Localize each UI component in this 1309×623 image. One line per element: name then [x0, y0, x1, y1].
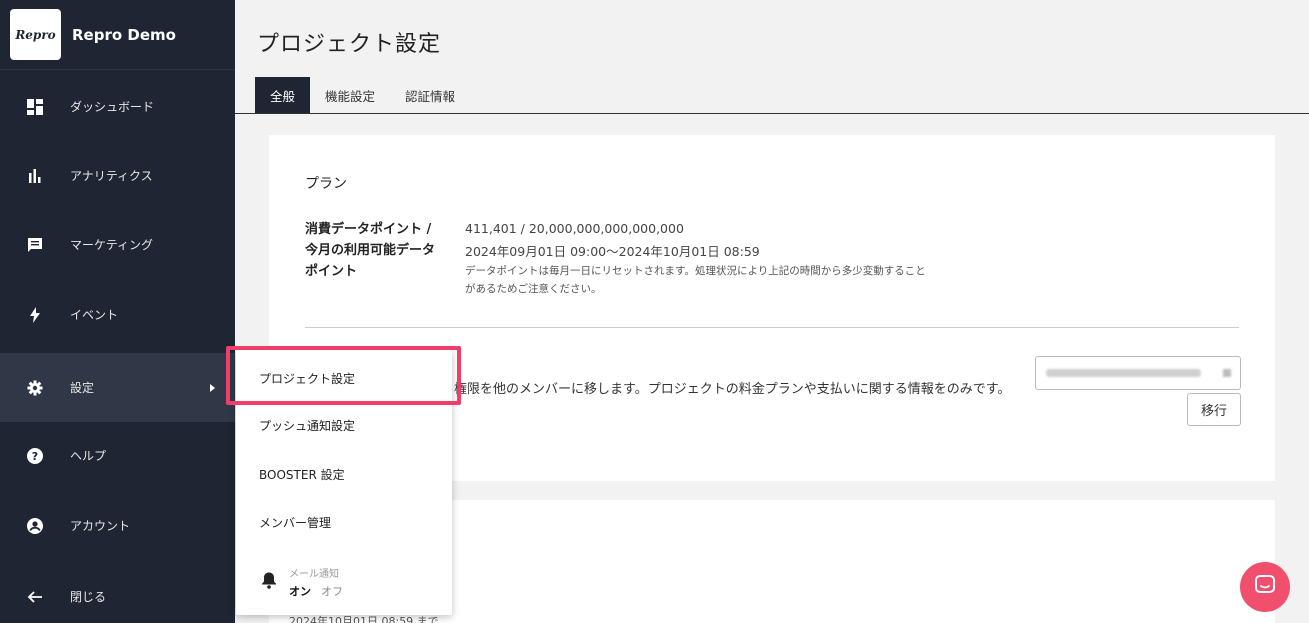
- sidebar-item-account[interactable]: アカウント: [0, 491, 235, 560]
- datapoint-label: 消費データポイント / 今月の利用可能データポイント: [305, 222, 436, 279]
- email-notification-label: メール通知: [289, 569, 339, 580]
- repro-logo: Repro: [10, 9, 61, 60]
- tab-bar: 全般 機能設定 認証情報: [255, 77, 470, 114]
- sidebar-item-marketing[interactable]: マーケティング: [0, 210, 235, 279]
- sidebar-item-label: ダッシュボード: [70, 100, 155, 114]
- settings-dropdown: プロジェクト設定 プッシュ通知設定 BOOSTER 設定 メンバー管理 メール通…: [226, 346, 461, 615]
- sidebar-item-label: マーケティング: [70, 238, 154, 252]
- menu-item-push-settings[interactable]: プッシュ通知設定: [259, 417, 355, 434]
- tab-features[interactable]: 機能設定: [310, 77, 390, 114]
- help-icon: ?: [25, 446, 45, 466]
- transfer-description: 権限を他のメンバーに移します。プロジェクトの料金プランや支払いに関する情報をのみ…: [454, 382, 1011, 397]
- marketing-icon: [25, 235, 45, 255]
- sidebar-item-analytics[interactable]: アナリティクス: [0, 141, 235, 210]
- account-icon: [25, 516, 45, 536]
- plan-heading: プラン: [305, 176, 347, 192]
- menu-item-booster-settings[interactable]: BOOSTER 設定: [259, 466, 345, 483]
- sidebar-item-label: 設定: [70, 381, 95, 395]
- sidebar-item-label: ヘルプ: [70, 449, 107, 463]
- gear-icon: [25, 378, 45, 398]
- sidebar-item-event[interactable]: イベント: [0, 280, 235, 349]
- member-select[interactable]: [1035, 356, 1241, 390]
- menu-item-member-management[interactable]: メンバー管理: [259, 514, 331, 531]
- sidebar-item-label: アカウント: [70, 519, 131, 533]
- sidebar-item-close[interactable]: 閉じる: [0, 562, 235, 623]
- brand[interactable]: Repro Repro Demo: [0, 0, 235, 70]
- chat-button[interactable]: [1240, 562, 1290, 612]
- tabs-divider: [235, 113, 1309, 114]
- datapoint-note: データポイントは毎月一日にリセットされます。処理状況により上記の時間から多少変動…: [465, 265, 926, 295]
- event-icon: [25, 305, 45, 325]
- sidebar-item-label: 閉じる: [70, 590, 107, 604]
- menu-item-project-settings[interactable]: プロジェクト設定: [259, 370, 355, 387]
- sidebar-item-dashboard[interactable]: ダッシュボード: [0, 72, 235, 141]
- blurred-value: [1046, 369, 1201, 377]
- notification-off-toggle[interactable]: オフ: [321, 583, 343, 599]
- page-title: プロジェクト設定: [257, 32, 442, 57]
- sidebar: Repro Repro Demo ダッシュボード アナリティクス マーケティング…: [0, 0, 235, 623]
- svg-text:?: ?: [32, 450, 38, 463]
- sidebar-item-help[interactable]: ? ヘルプ: [0, 421, 235, 490]
- arrow-left-icon: [25, 587, 45, 607]
- datapoint-value: 411,401 / 20,000,000,000,000,000: [465, 221, 684, 236]
- dashboard-icon: [25, 97, 45, 117]
- section-divider: [305, 327, 1239, 328]
- chevron-right-icon: [210, 384, 215, 392]
- tab-general[interactable]: 全般: [255, 77, 311, 114]
- sidebar-item-settings[interactable]: 設定: [0, 353, 235, 422]
- bell-icon: [261, 571, 277, 593]
- notification-on-toggle[interactable]: オン: [289, 583, 311, 599]
- transfer-button[interactable]: 移行: [1187, 393, 1241, 426]
- analytics-icon: [25, 166, 45, 186]
- datapoint-period: 2024年09月01日 09:00〜2024年10月01日 08:59: [465, 244, 760, 259]
- sidebar-item-label: アナリティクス: [70, 169, 153, 183]
- project-name: Repro Demo: [72, 25, 176, 44]
- sidebar-item-label: イベント: [70, 308, 119, 322]
- tab-credentials[interactable]: 認証情報: [390, 77, 470, 114]
- chat-icon: [1254, 574, 1276, 600]
- blurred-value: [1223, 369, 1231, 377]
